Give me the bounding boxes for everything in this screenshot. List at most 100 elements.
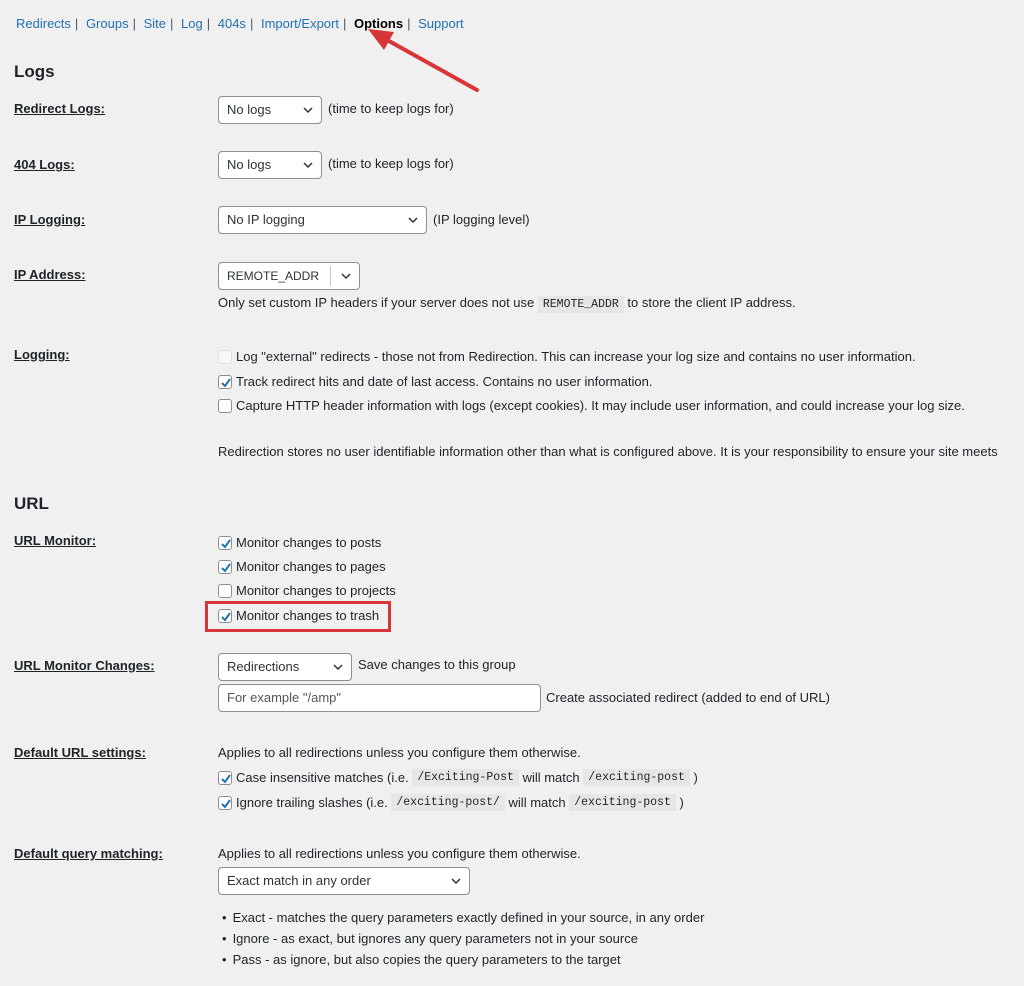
case-insensitive-option[interactable]: Case insensitive matches (i.e. /Exciting… — [218, 769, 698, 786]
monitor-option-label: Monitor changes to pages — [236, 559, 386, 574]
ip-help-text-before: Only set custom IP headers if your serve… — [218, 295, 535, 310]
logs-404-select[interactable]: No logs — [218, 151, 322, 179]
chevron-down-icon — [451, 878, 461, 885]
logs-404-value: No logs — [227, 157, 272, 172]
query-matching-value: Exact match in any order — [227, 873, 371, 888]
ip-help-code: REMOTE_ADDR — [537, 296, 624, 313]
redirect-logs-select[interactable]: No logs — [218, 96, 322, 124]
redirect-logs-value: No logs — [227, 102, 272, 117]
chevron-down-icon — [303, 162, 313, 169]
nav-groups[interactable]: Groups — [86, 16, 129, 31]
annotation-highlight-box — [205, 601, 391, 632]
monitor-option-label: Monitor changes to projects — [236, 583, 396, 598]
chevron-down-icon — [408, 217, 418, 224]
redirect-logs-label: Redirect Logs: — [14, 101, 106, 116]
logging-option-label: Log "external" redirects - those not fro… — [236, 349, 916, 364]
checkbox-unchecked[interactable] — [218, 398, 232, 413]
nav-separator: | — [74, 16, 79, 31]
nav-separator: | — [249, 16, 254, 31]
ip-logging-select[interactable]: No IP logging — [218, 206, 427, 234]
monitor-group-select[interactable]: Redirections — [218, 653, 352, 681]
nav-options-current[interactable]: Options — [354, 16, 403, 31]
nav-separator: | — [170, 16, 174, 31]
ip-address-select[interactable]: REMOTE_ADDR — [218, 262, 360, 290]
logging-option-track-hits[interactable]: Track redirect hits and date of last acc… — [218, 374, 652, 389]
url-monitor-changes-label: URL Monitor Changes: — [14, 658, 155, 673]
slash-text: will match — [508, 795, 566, 810]
slash-example-code: /exciting-post — [569, 794, 676, 811]
logging-label: Logging: — [14, 347, 70, 362]
nav-separator: | — [407, 16, 411, 31]
ip-help-text-after: to store the client IP address. — [627, 295, 796, 310]
checkmark-icon — [221, 798, 231, 809]
list-item: Exact - matches the query parameters exa… — [222, 910, 705, 931]
list-item: Pass - as ignore, but also copies the qu… — [222, 952, 704, 973]
chevron-down-icon — [333, 664, 343, 671]
trailing-slash-option[interactable]: Ignore trailing slashes (i.e. /exciting-… — [218, 794, 684, 811]
monitor-group-value: Redirections — [227, 659, 300, 674]
checkbox-unchecked[interactable] — [218, 349, 232, 364]
annotation-arrow-icon — [368, 29, 479, 92]
ip-logging-hint: (IP logging level) — [433, 212, 530, 227]
logs-404-hint: (time to keep logs for) — [328, 156, 454, 171]
ip-address-label: IP Address: — [14, 267, 86, 282]
nav-support[interactable]: Support — [418, 16, 464, 31]
ip-logging-label: IP Logging: — [14, 212, 86, 227]
associated-redirect-hint: Create associated redirect (added to end… — [546, 690, 830, 705]
checkbox-checked[interactable] — [218, 535, 232, 550]
nav-redirects[interactable]: Redirects — [16, 16, 71, 31]
ip-address-value: REMOTE_ADDR — [227, 269, 320, 283]
checkmark-icon — [221, 377, 231, 388]
subsubsub-nav: Redirects | Groups | Site | Log | 404s | Impo… — [16, 16, 464, 31]
query-matching-descriptions: Exact - matches the query parameters exa… — [222, 910, 705, 973]
case-text: Case insensitive matches (i.e. — [236, 770, 409, 785]
slash-text: ) — [679, 795, 684, 810]
checkmark-icon — [221, 562, 231, 573]
url-heading: URL — [14, 494, 49, 513]
list-item: Ignore - as exact, but ignores any query… — [222, 931, 704, 952]
nav-separator: | — [132, 16, 136, 31]
checkbox-checked[interactable] — [218, 374, 232, 389]
nav-separator: | — [342, 16, 347, 31]
nav-site[interactable]: Site — [144, 16, 166, 31]
slash-text: Ignore trailing slashes (i.e. — [236, 795, 388, 810]
redirect-logs-hint: (time to keep logs for) — [328, 101, 454, 116]
chevron-down-icon — [341, 273, 351, 280]
associated-redirect-input[interactable]: For example "/amp" — [218, 684, 541, 712]
logging-option-external[interactable]: Log "external" redirects - those not fro… — [218, 349, 916, 364]
checkbox-checked[interactable] — [218, 770, 232, 785]
default-url-settings-intro: Applies to all redirections unless you c… — [218, 745, 581, 760]
slash-example-code: /exciting-post/ — [391, 794, 505, 811]
checkmark-icon — [221, 773, 231, 784]
nav-404s[interactable]: 404s — [218, 16, 246, 31]
logging-option-capture-headers[interactable]: Capture HTTP header information with log… — [218, 398, 965, 413]
case-text: will match — [522, 770, 580, 785]
checkbox-checked[interactable] — [218, 795, 232, 810]
monitor-projects-option[interactable]: Monitor changes to projects — [218, 583, 396, 598]
checkbox-checked[interactable] — [218, 559, 232, 574]
case-example-code: /exciting-post — [583, 769, 690, 786]
checkbox-unchecked[interactable] — [218, 583, 232, 598]
case-text: ) — [693, 770, 698, 785]
chevron-down-icon — [303, 107, 313, 114]
monitor-posts-option[interactable]: Monitor changes to posts — [218, 535, 381, 550]
logging-option-label: Track redirect hits and date of last acc… — [236, 374, 653, 389]
privacy-notice: Redirection stores no user identifiable … — [218, 444, 998, 459]
ip-logging-value: No IP logging — [227, 212, 305, 227]
url-monitor-label: URL Monitor: — [14, 533, 97, 548]
case-example-code: /Exciting-Post — [412, 769, 519, 786]
monitor-group-hint: Save changes to this group — [358, 657, 516, 672]
monitor-pages-option[interactable]: Monitor changes to pages — [218, 559, 386, 574]
checkmark-icon — [221, 538, 231, 549]
query-matching-intro: Applies to all redirections unless you c… — [218, 846, 581, 861]
nav-import-export[interactable]: Import/Export — [261, 16, 339, 31]
select-divider — [330, 266, 331, 286]
logs-404-label: 404 Logs: — [14, 157, 75, 172]
nav-separator: | — [206, 16, 211, 31]
default-url-settings-label: Default URL settings: — [14, 745, 146, 760]
nav-log[interactable]: Log — [181, 16, 203, 31]
logs-heading: Logs — [14, 62, 55, 81]
monitor-option-label: Monitor changes to posts — [236, 535, 382, 550]
query-matching-select[interactable]: Exact match in any order — [218, 867, 470, 895]
ip-address-help: Only set custom IP headers if your serve… — [218, 295, 796, 313]
